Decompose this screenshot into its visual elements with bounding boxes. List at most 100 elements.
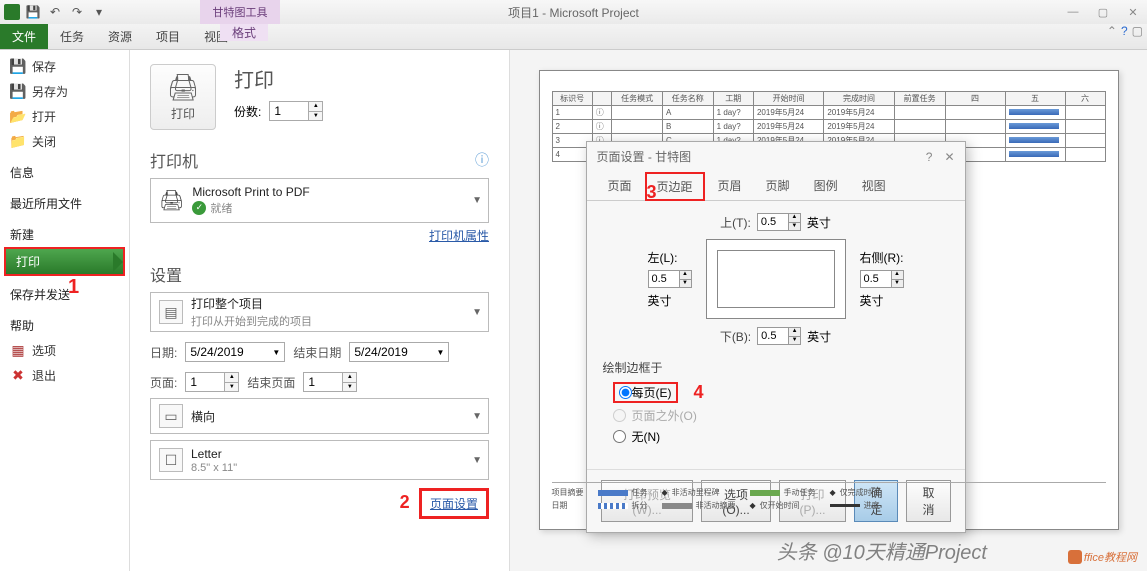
orientation-dropdown[interactable]: ▭ 横向 ▼ [150,398,489,434]
margin-right-input[interactable]: ▲▼ [860,270,904,288]
undo-icon[interactable]: ↶ [46,3,64,21]
margin-left-input[interactable]: ▲▼ [648,270,692,288]
sidebar-save-as[interactable]: 💾另存为 [0,79,129,104]
dialog-help-icon[interactable]: ? [926,150,933,164]
sidebar-recent[interactable]: 最近所用文件 [0,185,129,216]
chevron-down-icon: ▼ [472,455,482,466]
page-from-spinner[interactable]: ▲▼ [185,372,239,392]
radio-outside [613,409,626,422]
dialog-title: 页面设置 - 甘特图 [597,148,692,165]
sidebar-new[interactable]: 新建 [0,216,129,247]
page-setup-dialog: 页面设置 - 甘特图 ?✕ 页面 页边距 页眉 页脚 图例 视图 3 上(T):… [586,141,966,533]
tab-task[interactable]: 任务 [48,24,96,49]
print-title: 打印 [234,64,323,93]
save-as-icon: 💾 [10,84,26,100]
table-row: 2ⓘB1 day?2019年5月242019年5月24 [552,120,1105,134]
preview-legend: 项目摘要 日期 任务 拆分 ◆非活动里程碑 非活动摘要 手动任务 ◆仅开始时间 … [552,482,1106,511]
annotation-3: 3 [647,182,657,203]
save-icon: 💾 [10,59,26,75]
print-scope-dropdown[interactable]: ▤ 打印整个项目 打印从开始到完成的项目 ▼ [150,292,489,332]
date-to-label: 结束日期 [293,344,341,361]
tab-format[interactable]: 格式 [220,24,268,41]
margin-top-input[interactable]: ▲▼ [757,213,801,231]
dlg-tab-footer[interactable]: 页脚 [755,172,801,201]
printer-icon: 🖨 [166,72,199,103]
close-icon[interactable]: ✕ [1119,2,1147,22]
redo-icon[interactable]: ↷ [68,3,86,21]
settings-header: 设置 [150,262,182,286]
status-ok-icon: ✓ [192,201,206,215]
printer-header: 打印机 [150,148,198,172]
open-icon: 📂 [10,109,26,125]
ribbon-tabs: 文件 任务 资源 项目 视图 格式 ⌃ ? ▢ [0,24,1147,50]
dlg-tab-page[interactable]: 页面 [597,172,643,201]
sidebar-save-send[interactable]: 保存并发送 [0,276,129,307]
ribbon-min-icon[interactable]: ⌃ [1107,24,1117,38]
backstage-sidebar: 💾保存 💾另存为 📂打开 📁关闭 信息 最近所用文件 新建 打印 1 保存并发送… [0,50,130,571]
dlg-tab-legend[interactable]: 图例 [803,172,849,201]
print-panel: 🖨 打印 打印 份数: ▲▼ 打印机 ⓘ 🖨 Microsoft [130,50,510,571]
border-legend: 绘制边框于 [603,359,949,376]
margin-bottom-input[interactable]: ▲▼ [757,327,801,345]
sidebar-save[interactable]: 💾保存 [0,54,129,79]
help-icon[interactable]: ? [1121,24,1128,38]
margin-right-label: 右侧(R): [860,249,904,266]
print-preview: 标识号任务模式任务名称工期开始时间完成时间前置任务 四五六 1ⓘA1 day?2… [510,50,1147,571]
tab-file[interactable]: 文件 [0,24,48,49]
date-to-input[interactable]: 5/24/2019▼ [349,342,449,362]
spin-up-icon[interactable]: ▲ [308,102,322,112]
sidebar-options[interactable]: ▦选项 [0,338,129,363]
dlg-tab-view[interactable]: 视图 [851,172,897,201]
title-bar: 💾 ↶ ↷ ▾ 甘特图工具 项目1 - Microsoft Project — … [0,0,1147,24]
margin-left-label: 左(L): [648,249,678,266]
copies-input[interactable] [270,102,308,120]
qat-dropdown-icon[interactable]: ▾ [90,3,108,21]
sidebar-help[interactable]: 帮助 [0,307,129,338]
watermark-logo: ffice教程网 [1068,549,1137,565]
copies-spinner[interactable]: ▲▼ [269,101,323,121]
date-from-input[interactable]: 5/24/2019▼ [185,342,285,362]
sidebar-exit[interactable]: ✖退出 [0,363,129,388]
save-qat-icon[interactable]: 💾 [24,3,42,21]
dialog-close-icon[interactable]: ✕ [944,150,954,164]
margin-bottom-label: 下(B): [720,328,751,345]
scope-icon: ▤ [159,300,183,324]
printer-props-link[interactable]: 打印机属性 [429,229,489,243]
paper-dropdown[interactable]: ☐ Letter 8.5" x 11" ▼ [150,440,489,480]
maximize-icon[interactable]: ▢ [1089,2,1117,22]
ribbon-window-icon[interactable]: ▢ [1132,24,1143,38]
close-folder-icon: 📁 [10,134,26,150]
minimize-icon[interactable]: — [1059,2,1087,22]
chevron-down-icon: ▼ [472,411,482,422]
page-to-label: 结束页面 [247,374,295,391]
quick-access-toolbar: 💾 ↶ ↷ ▾ [0,3,108,21]
contextual-tab-label: 甘特图工具 [200,0,280,24]
exit-icon: ✖ [10,368,26,384]
copies-label: 份数: [234,103,261,120]
margin-top-label: 上(T): [720,214,751,231]
sidebar-open[interactable]: 📂打开 [0,104,129,129]
table-row: 1ⓘA1 day?2019年5月242019年5月24 [552,106,1105,120]
tab-resource[interactable]: 资源 [96,24,144,49]
chevron-down-icon: ▼ [272,348,280,357]
paper-icon: ☐ [159,448,183,472]
date-from-label: 日期: [150,344,177,361]
sidebar-print[interactable]: 打印 [6,249,123,274]
print-button[interactable]: 🖨 打印 [150,64,216,130]
orientation-icon: ▭ [159,404,183,428]
sidebar-close[interactable]: 📁关闭 [0,129,129,154]
info-icon[interactable]: ⓘ [475,150,489,170]
annotation-1: 1 [68,276,79,299]
dlg-tab-header[interactable]: 页眉 [707,172,753,201]
printer-dropdown[interactable]: 🖨 Microsoft Print to PDF ✓就绪 ▼ [150,178,489,223]
chevron-down-icon: ▼ [472,195,482,206]
page-to-spinner[interactable]: ▲▼ [303,372,357,392]
spin-down-icon[interactable]: ▼ [308,112,322,121]
tab-project[interactable]: 项目 [144,24,192,49]
page-setup-link[interactable]: 页面设置 [430,497,478,511]
radio-none[interactable] [613,430,626,443]
app-icon [4,4,20,20]
radio-every-page[interactable] [619,384,632,401]
preview-page: 标识号任务模式任务名称工期开始时间完成时间前置任务 四五六 1ⓘA1 day?2… [539,70,1119,530]
sidebar-info[interactable]: 信息 [0,154,129,185]
